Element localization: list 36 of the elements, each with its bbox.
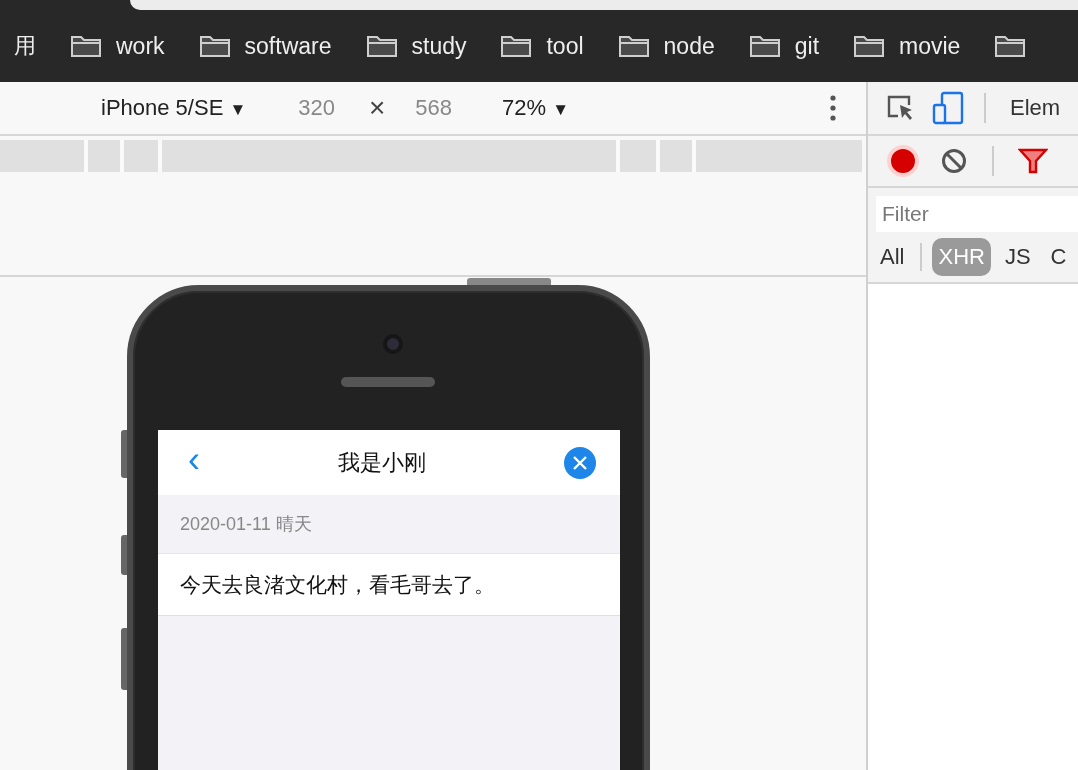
date-text: 2020-01-11 晴天 <box>180 513 312 536</box>
bookmark-folder[interactable]: node <box>617 32 715 60</box>
entry-text: 今天去良渚文化村，看毛哥去了。 <box>180 571 495 598</box>
apps-link[interactable]: 用 <box>14 31 36 61</box>
folder-icon <box>617 34 650 58</box>
folder-icon <box>500 34 533 58</box>
folder-icon <box>853 34 886 58</box>
close-icon[interactable] <box>564 446 596 479</box>
bookmark-folder[interactable]: git <box>748 32 820 60</box>
bookmark-folder[interactable]: study <box>365 32 467 60</box>
folder-icon <box>70 34 102 58</box>
record-button[interactable] <box>886 144 920 178</box>
folder-icon <box>365 34 398 58</box>
back-button[interactable]: ‹ <box>188 441 200 478</box>
folder-icon <box>748 34 781 58</box>
filter-field[interactable]: Filter <box>876 196 1078 232</box>
bookmark-folder[interactable]: software <box>198 32 332 60</box>
resource-type-filter[interactable]: JS <box>998 238 1037 276</box>
bookmark-folder[interactable]: tool <box>500 32 584 60</box>
resource-type-filter[interactable]: C <box>1044 238 1073 276</box>
panel-tab[interactable]: Elem <box>1006 95 1065 121</box>
list-row[interactable]: 今天去良渚文化村，看毛哥去了。 <box>158 554 620 616</box>
camera-icon <box>383 334 403 354</box>
page-title: 我是小刚 <box>337 448 427 477</box>
filter-icon[interactable] <box>1018 148 1048 174</box>
device-dropdown[interactable]: iPhone 5/SE ▼ <box>101 95 247 121</box>
resource-type-filter[interactable]: All <box>874 238 911 276</box>
dimension-separator: × <box>369 92 386 124</box>
clear-icon[interactable] <box>940 147 968 175</box>
more-options-icon[interactable] <box>830 95 836 121</box>
folder-icon[interactable] <box>994 34 1027 58</box>
zoom-dropdown[interactable]: 72% ▼ <box>502 95 570 121</box>
bookmark-folder[interactable]: work <box>70 32 165 60</box>
folder-icon <box>198 34 231 58</box>
device-toolbar-icon[interactable] <box>932 91 964 125</box>
bookmark-folder[interactable]: movie <box>853 32 961 60</box>
